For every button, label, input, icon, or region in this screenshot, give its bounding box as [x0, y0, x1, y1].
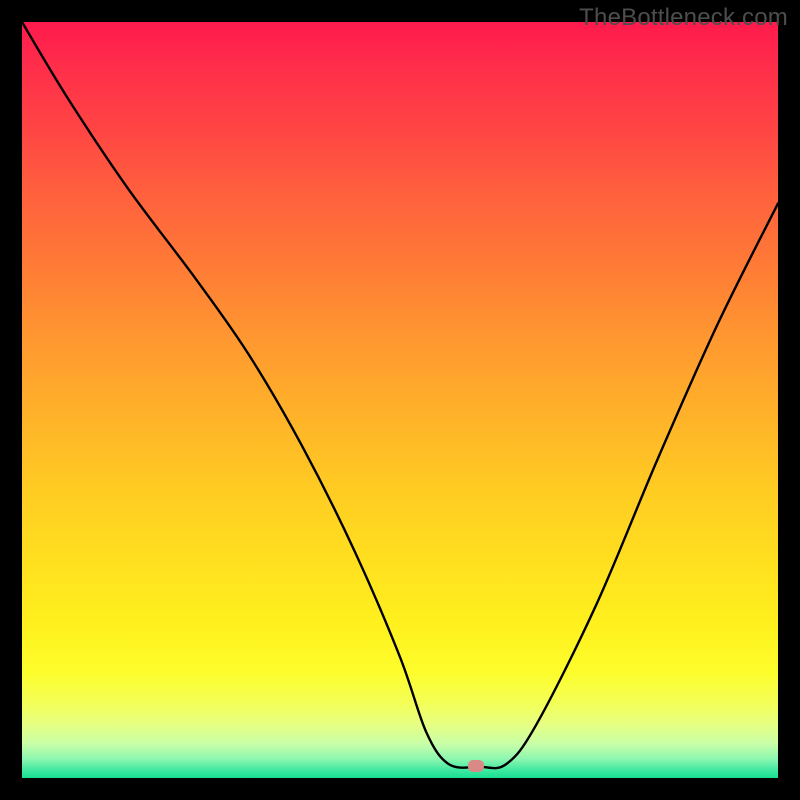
current-point-marker — [468, 760, 484, 772]
plot-area — [22, 22, 778, 778]
watermark-text: TheBottleneck.com — [579, 4, 788, 32]
chart-frame: TheBottleneck.com — [0, 0, 800, 800]
bottleneck-curve — [22, 22, 778, 778]
